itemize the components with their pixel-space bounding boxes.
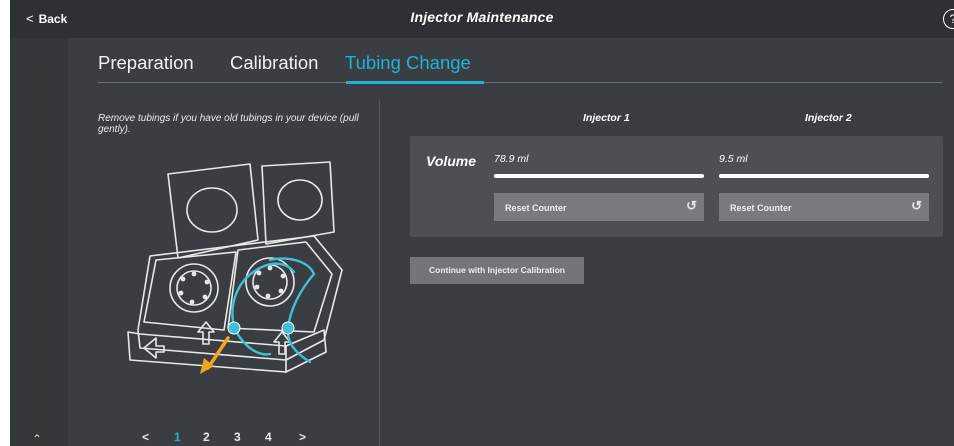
injector-1-volume-bar	[494, 174, 704, 178]
side-rail	[10, 38, 68, 446]
tab-tubing-change[interactable]: Tubing Change	[345, 52, 471, 74]
pager-next-button[interactable]: >	[299, 430, 306, 444]
volume-panel: Volume 78.9 ml Reset Counter ↺ 9.5 ml Re…	[410, 136, 943, 237]
reset-icon: ↺	[686, 198, 697, 213]
app-window: <Back Injector Maintenance ? ⌃ Preparati…	[10, 0, 954, 446]
pager-page-1[interactable]: 1	[174, 430, 181, 444]
reset-icon: ↺	[911, 198, 922, 213]
injector-2-volume-bar	[719, 174, 929, 178]
page-title: Injector Maintenance	[410, 9, 554, 25]
injector-1-volume: 78.9 ml	[494, 153, 529, 165]
pager-page-2[interactable]: 2	[203, 430, 210, 444]
pager-prev-button[interactable]: <	[142, 430, 149, 444]
instruction-text: Remove tubings if you have old tubings i…	[98, 113, 359, 135]
injector-1-reset-button[interactable]: Reset Counter ↺	[494, 193, 704, 221]
active-tab-indicator	[346, 81, 484, 84]
panel-divider	[379, 100, 380, 446]
tab-divider	[98, 82, 942, 83]
chevron-up-icon[interactable]: ⌃	[32, 432, 42, 446]
tab-preparation[interactable]: Preparation	[98, 52, 194, 74]
injector-2-header: Injector 2	[805, 112, 852, 124]
help-icon[interactable]: ?	[943, 9, 954, 29]
injector-illustration	[127, 161, 343, 374]
pager-page-3[interactable]: 3	[234, 430, 241, 444]
tab-calibration[interactable]: Calibration	[230, 52, 318, 74]
reset-label: Reset Counter	[730, 203, 792, 213]
reset-label: Reset Counter	[505, 203, 567, 213]
injector-2-volume: 9.5 ml	[719, 153, 748, 165]
title-bar: <Back Injector Maintenance ?	[10, 0, 954, 38]
injector-2-reset-button[interactable]: Reset Counter ↺	[719, 193, 929, 221]
continue-calibration-button[interactable]: Continue with Injector Calibration	[410, 257, 584, 284]
volume-label: Volume	[426, 153, 477, 169]
injector-1-header: Injector 1	[583, 112, 630, 124]
pager-page-4[interactable]: 4	[265, 430, 272, 444]
